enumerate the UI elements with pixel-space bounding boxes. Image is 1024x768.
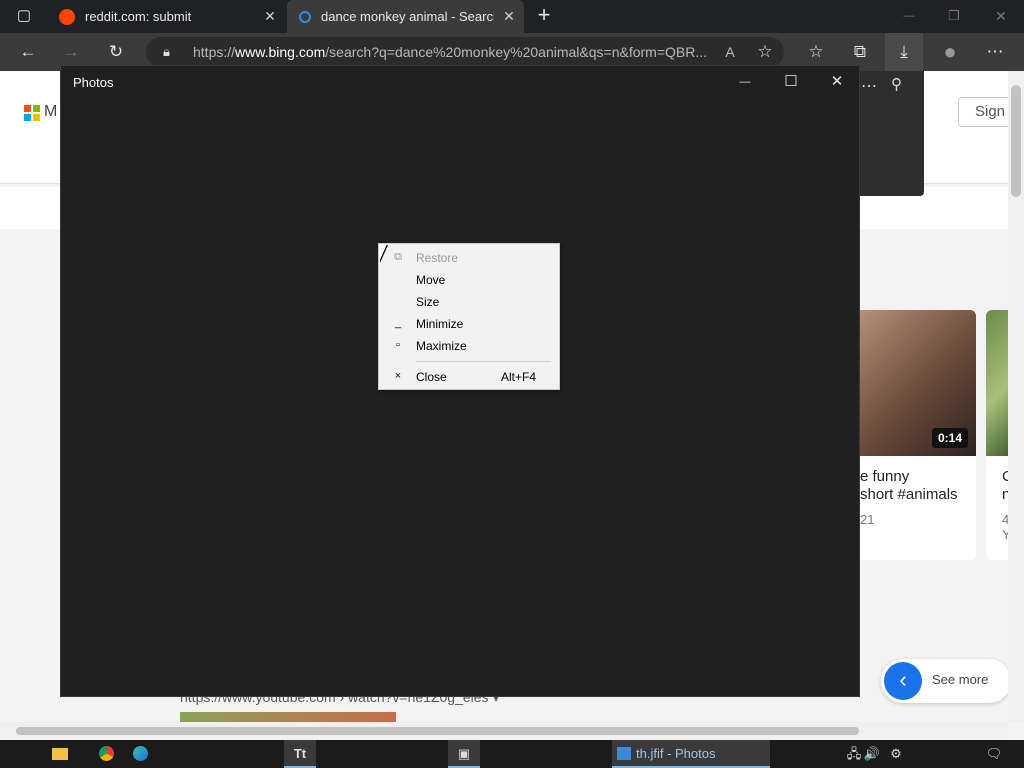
menu-item-label: Maximize	[416, 339, 467, 353]
close-button[interactable]: ✕	[814, 66, 860, 98]
forward-button[interactable]: →	[58, 39, 84, 65]
volume-icon[interactable]: 🔊	[862, 740, 882, 768]
video-title-line: short #animals	[860, 486, 958, 503]
more-menu-icon[interactable]: ⋯	[982, 39, 1008, 65]
microsoft-logo-text: M	[44, 103, 58, 120]
microsoft-logo-icon	[24, 105, 40, 121]
downloads-flyout: ⋯ ⚲	[855, 71, 924, 196]
notifications-icon[interactable]: 🗨	[982, 740, 1006, 768]
minimize-icon: _	[394, 317, 402, 329]
menu-item-minimize[interactable]: _ Minimize	[379, 313, 559, 335]
browser-minimize-button[interactable]: —	[896, 3, 922, 29]
mouse-cursor-icon	[379, 244, 387, 262]
chrome-icon[interactable]	[94, 740, 118, 768]
add-favorite-icon[interactable]: ☆	[752, 39, 778, 65]
profile-avatar-icon[interactable]: ●	[937, 39, 963, 65]
tab-bing-search[interactable]: dance monkey animal - Search ✕	[287, 0, 524, 33]
menu-separator	[416, 361, 551, 362]
url-path: /search?q=dance%20monkey%20animal&qs=n&f…	[325, 44, 708, 60]
window-context-menu: ⧉ Restore Move Size _ Minimize ▫ Maximiz…	[378, 243, 560, 390]
see-more-label: See more	[932, 672, 989, 687]
window-title: Photos	[73, 75, 114, 90]
taskbar-photos-task[interactable]: th.jfif - Photos	[612, 740, 770, 768]
taskbar: Tt ▣ th.jfif - Photos 🖧 🔊 ⚙ 🗨	[0, 740, 1024, 768]
maximize-button[interactable]: ☐	[768, 66, 814, 98]
video-duration: 0:14	[931, 428, 968, 448]
result-thumbnail[interactable]	[180, 712, 396, 722]
see-more-button[interactable]: ‹ See more	[881, 659, 1008, 703]
edge-icon[interactable]	[128, 740, 152, 768]
restore-icon: ⧉	[394, 251, 402, 263]
tab-close-icon[interactable]: ✕	[255, 8, 285, 25]
pin-icon[interactable]: ⚲	[891, 75, 902, 93]
video-title-line: e funny	[860, 468, 910, 485]
browser-tab-bar: ▢ reddit.com: submit ✕ dance monkey anim…	[0, 0, 1024, 33]
vertical-scrollbar[interactable]	[1008, 71, 1024, 722]
file-explorer-icon[interactable]	[48, 740, 72, 768]
taskbar-task-label: th.jfif - Photos	[636, 746, 716, 761]
photos-app-icon	[617, 747, 631, 760]
tab-close-icon[interactable]: ✕	[494, 8, 524, 25]
favorites-icon[interactable]: ☆	[803, 39, 829, 65]
url-prefix: https://	[193, 44, 236, 60]
menu-item-maximize[interactable]: ▫ Maximize	[379, 335, 559, 357]
video-title[interactable]: C n	[986, 456, 1008, 504]
bing-search-icon	[299, 10, 311, 23]
settings-gear-icon[interactable]: ⚙	[884, 740, 908, 768]
downloads-icon[interactable]: ⤓	[885, 33, 923, 71]
collections-icon[interactable]: ⧉	[847, 39, 873, 65]
tab-reddit-submit[interactable]: reddit.com: submit ✕	[47, 0, 285, 33]
menu-item-label: Size	[416, 295, 440, 309]
more-options-icon[interactable]: ⋯	[861, 76, 877, 96]
menu-item-close[interactable]: × Close Alt+F4	[379, 366, 559, 388]
menu-item-label: Minimize	[416, 317, 464, 331]
tab-title: reddit.com: submit	[85, 9, 192, 24]
video-thumbnail[interactable]	[986, 310, 1008, 456]
sign-in-button[interactable]: Sign i	[958, 97, 1008, 127]
address-bar[interactable]: 🔒︎ https://www.bing.com/search?q=dance%2…	[146, 37, 784, 67]
minimize-button[interactable]: —	[722, 66, 768, 98]
close-icon: ×	[394, 370, 402, 382]
new-tab-button[interactable]: +	[531, 2, 557, 28]
reddit-icon	[59, 8, 75, 25]
back-button[interactable]: ←	[15, 39, 41, 65]
tab-actions-icon[interactable]: ▢	[11, 3, 37, 29]
video-card[interactable]: C n 4 Y	[986, 310, 1008, 560]
scrollbar-thumb[interactable]	[1011, 85, 1021, 197]
read-aloud-icon[interactable]: A	[717, 39, 743, 65]
refresh-button[interactable]: ↻	[103, 39, 129, 65]
maximize-icon: ▫	[396, 339, 400, 351]
scrollbar-thumb[interactable]	[16, 727, 859, 735]
video-meta: 4 Y	[986, 504, 1008, 542]
url-host: www.bing.com	[235, 44, 326, 60]
menu-item-size[interactable]: Size	[379, 291, 559, 313]
menu-item-restore[interactable]: ⧉ Restore	[379, 247, 559, 269]
browser-close-button[interactable]: ✕	[988, 3, 1014, 29]
tab-title: dance monkey animal - Search	[321, 9, 494, 24]
menu-item-label: Restore	[416, 251, 459, 265]
horizontal-scrollbar[interactable]	[0, 722, 1008, 740]
browser-restore-button[interactable]: ❐	[941, 3, 967, 29]
menu-item-label: Move	[416, 273, 446, 287]
chevron-left-icon[interactable]: ‹	[884, 662, 922, 700]
monitor-app-icon[interactable]: ▣	[448, 740, 480, 768]
menu-item-label: Close	[416, 370, 447, 384]
lock-icon[interactable]: 🔒︎	[163, 37, 170, 67]
typora-app-icon[interactable]: Tt	[284, 740, 316, 768]
menu-item-move[interactable]: Move	[379, 269, 559, 291]
menu-item-shortcut: Alt+F4	[501, 370, 537, 384]
